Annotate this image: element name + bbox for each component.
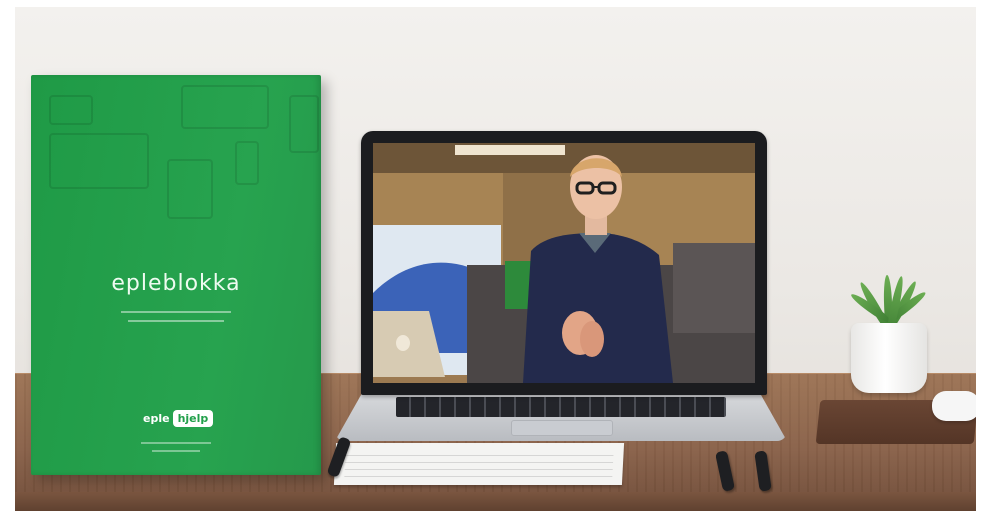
- notepad-lines: [344, 449, 614, 479]
- laptop-display: [361, 131, 767, 395]
- monitor-icon: [181, 85, 269, 129]
- potted-plant: [841, 274, 937, 393]
- booklet-title: epleblokka: [111, 271, 241, 296]
- laptop-icon: [49, 133, 149, 189]
- tablet-icon: [289, 95, 319, 153]
- desk-edge: [15, 492, 976, 511]
- video-frame: [373, 143, 755, 383]
- epleblokka-booklet: epleblokka eple hjelp: [31, 75, 321, 475]
- white-planter: [851, 323, 927, 393]
- computer-mouse: [932, 391, 976, 421]
- presenter-video-image: [373, 143, 755, 383]
- logo-caption-text: [31, 439, 321, 455]
- tablet-icon: [167, 159, 213, 219]
- logo-text-left: eple: [143, 411, 170, 425]
- laptop-trackpad: [511, 420, 613, 436]
- monitor-icon: [49, 95, 93, 125]
- logo-text-right: hjelp: [172, 409, 214, 427]
- laptop-keyboard: [396, 397, 726, 417]
- notepad: [333, 443, 625, 485]
- booklet-subtitle-text: [31, 307, 321, 325]
- phone-icon: [235, 141, 259, 185]
- eplehjelp-logo: eple hjelp: [143, 407, 214, 429]
- product-photo: epleblokka eple hjelp: [15, 7, 976, 511]
